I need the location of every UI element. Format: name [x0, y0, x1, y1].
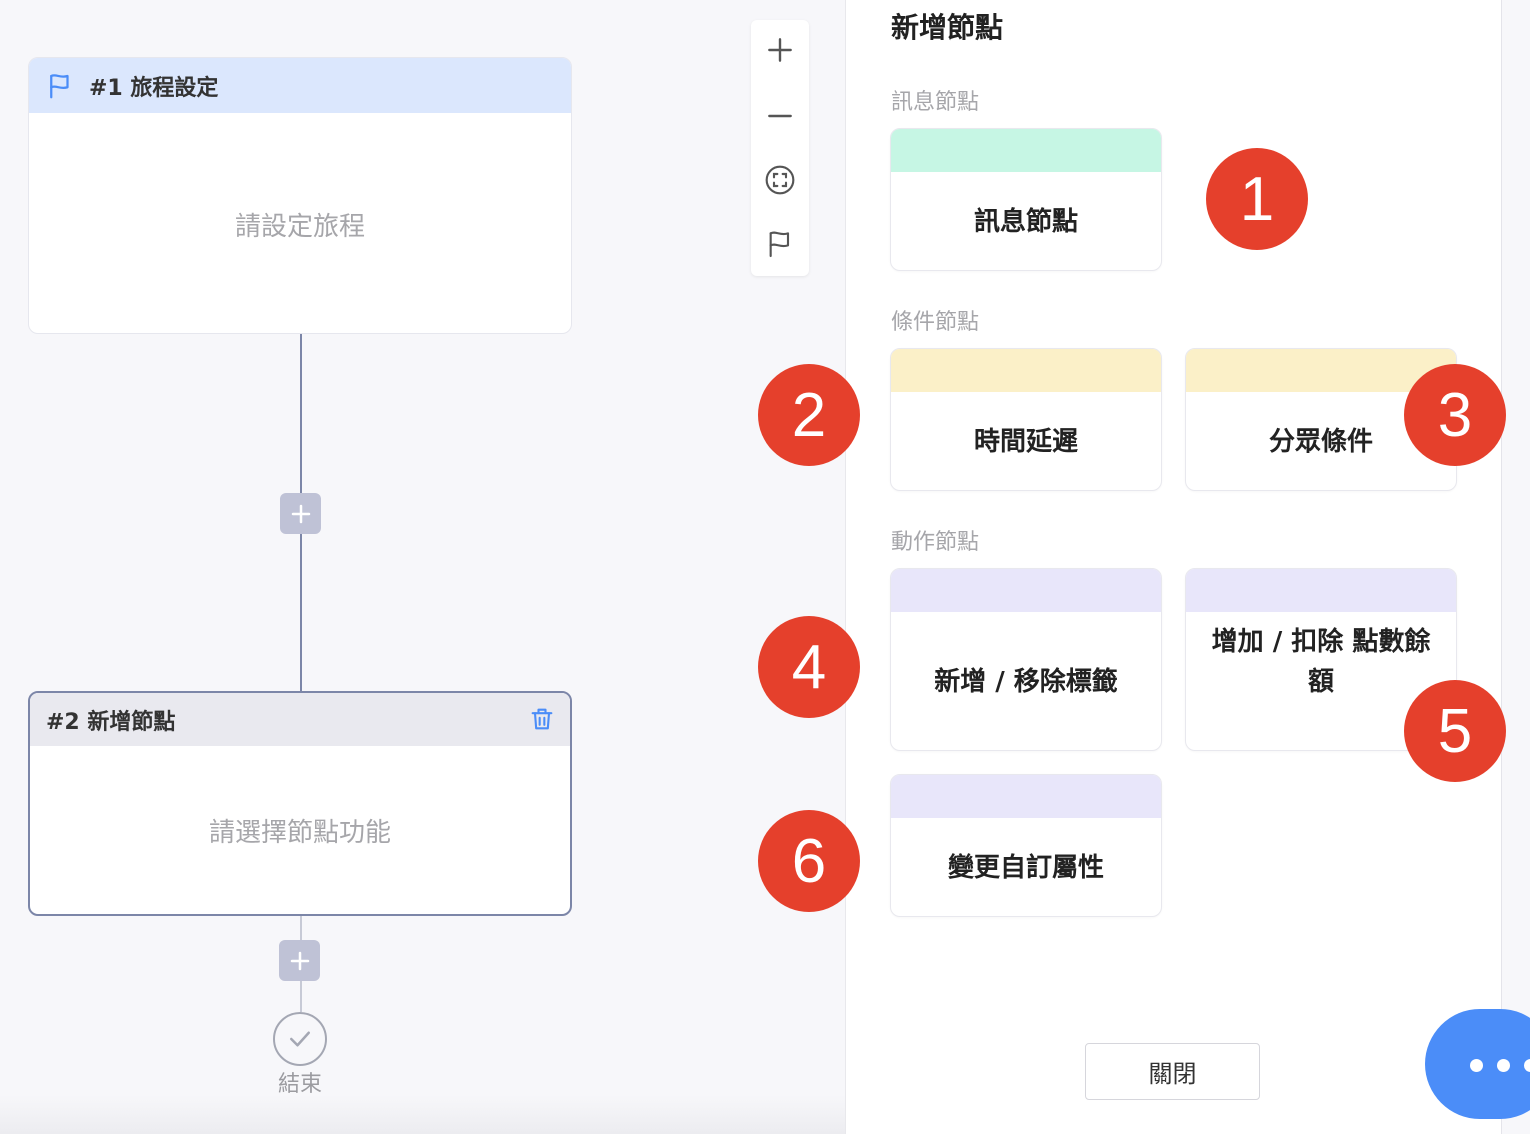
chat-button[interactable] — [1425, 1009, 1530, 1119]
section-label-message: 訊息節點 — [891, 90, 980, 115]
card-color-strip — [891, 569, 1161, 612]
card-time-delay[interactable]: 時間延遲 — [890, 348, 1162, 491]
journey-settings-node[interactable]: #1 旅程設定 請設定旅程 — [28, 57, 572, 334]
connector-line — [300, 916, 302, 940]
add-node-button[interactable] — [280, 493, 321, 534]
annotation-badge: 6 — [758, 810, 860, 912]
check-icon — [290, 1031, 310, 1047]
section-label-condition: 條件節點 — [891, 310, 980, 335]
annotation-badge: 4 — [758, 616, 860, 718]
card-color-strip — [891, 349, 1161, 392]
card-color-strip — [1186, 569, 1456, 612]
card-label: 新增 / 移除標籤 — [934, 667, 1118, 697]
canvas-bottom-shade — [0, 1095, 845, 1134]
plus-icon — [291, 504, 310, 523]
end-label: 結束 — [277, 1072, 322, 1097]
node-header: #2 新增節點 — [30, 693, 570, 746]
panel-title: 新增節點 — [891, 11, 1004, 44]
node-title: #1 旅程設定 — [89, 75, 219, 101]
zoom-out-icon[interactable] — [764, 100, 796, 132]
fit-view-icon[interactable] — [764, 164, 796, 196]
card-message-node[interactable]: 訊息節點 — [890, 128, 1162, 271]
card-label: 變更自訂屬性 — [947, 853, 1104, 883]
annotation-badge: 3 — [1404, 364, 1506, 466]
annotation-badge: 5 — [1404, 680, 1506, 782]
node-placeholder: 請選擇節點功能 — [208, 817, 391, 848]
node-header: #1 旅程設定 — [29, 58, 571, 113]
connector-line — [300, 334, 302, 494]
card-color-strip — [891, 775, 1161, 818]
add-node-button[interactable] — [279, 940, 320, 981]
annotation-badge: 2 — [758, 364, 860, 466]
flag-icon — [50, 73, 69, 98]
card-change-custom-attribute[interactable]: 變更自訂屬性 — [890, 774, 1162, 917]
card-add-remove-tag[interactable]: 新增 / 移除標籤 — [890, 568, 1162, 751]
plus-icon — [290, 951, 309, 970]
card-label: 時間延遲 — [973, 427, 1078, 457]
card-label: 訊息節點 — [973, 207, 1078, 237]
zoom-in-icon[interactable] — [764, 34, 796, 66]
node-placeholder: 請設定旅程 — [234, 211, 365, 242]
flag-icon[interactable] — [764, 228, 796, 260]
close-button[interactable]: 關閉 — [1085, 1043, 1260, 1100]
node-title: #2 新增節點 — [46, 709, 176, 735]
panel-edge — [1501, 0, 1530, 1134]
more-icon — [1470, 1059, 1530, 1072]
annotation-badge: 1 — [1206, 148, 1308, 250]
new-node[interactable]: #2 新增節點 請選擇節點功能 — [28, 691, 572, 916]
add-node-panel: 新增節點 訊息節點 訊息節點 條件節點 時間延遲 分眾條件 動作節點 新增 / … — [845, 0, 1501, 1134]
card-color-strip — [891, 129, 1161, 172]
trash-icon[interactable] — [528, 705, 556, 733]
connector-line — [300, 981, 302, 1012]
end-node — [273, 1012, 327, 1066]
canvas-toolbar — [751, 20, 809, 276]
section-label-action: 動作節點 — [891, 530, 980, 555]
connector-line — [300, 534, 302, 692]
